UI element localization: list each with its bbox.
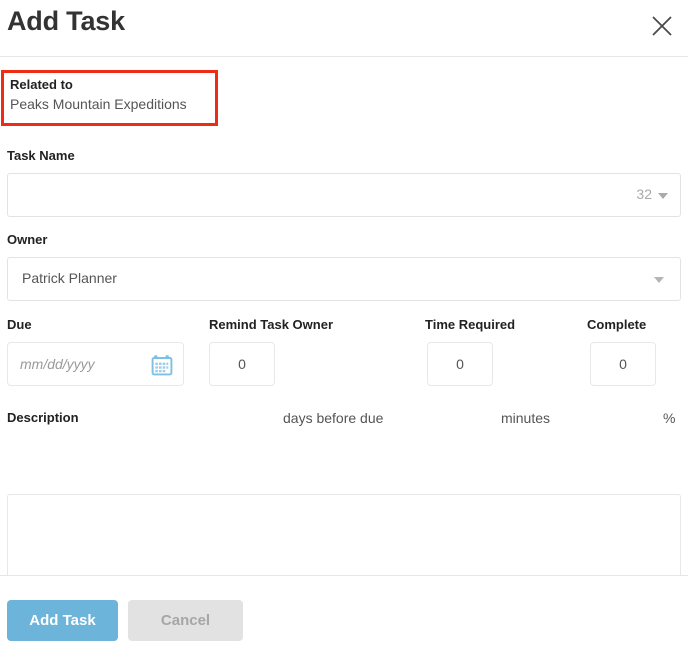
remind-unit-text: days before due: [283, 410, 384, 426]
close-icon[interactable]: [646, 10, 678, 42]
time-required-input[interactable]: [427, 342, 493, 386]
add-task-dialog: Add Task Related to Peaks Mountain Exped…: [0, 0, 688, 655]
owner-selected-value: Patrick Planner: [22, 270, 117, 286]
task-name-label: Task Name: [7, 148, 75, 163]
related-to-value: Peaks Mountain Expeditions: [10, 96, 187, 112]
dialog-header: Add Task: [0, 0, 688, 57]
related-to-block: Related to Peaks Mountain Expeditions: [1, 70, 218, 126]
remind-days-input[interactable]: [209, 342, 275, 386]
owner-label: Owner: [7, 232, 48, 247]
due-date-field[interactable]: [7, 342, 184, 386]
due-date-input[interactable]: [8, 343, 143, 385]
dialog-body: Related to Peaks Mountain Expeditions Ta…: [0, 57, 688, 615]
task-name-field[interactable]: 32: [7, 173, 681, 217]
complete-percent-input[interactable]: [590, 342, 656, 386]
chevron-down-icon[interactable]: [654, 277, 664, 283]
chevron-down-icon[interactable]: [658, 193, 668, 199]
calendar-icon[interactable]: [151, 354, 173, 376]
task-name-input[interactable]: [8, 174, 608, 216]
add-task-button[interactable]: Add Task: [7, 600, 118, 641]
owner-select[interactable]: Patrick Planner: [7, 257, 681, 301]
task-name-char-count: 32: [636, 186, 652, 202]
complete-unit-text: %: [663, 410, 676, 426]
time-required-unit-text: minutes: [501, 410, 551, 426]
remind-label: Remind Task Owner: [209, 317, 334, 332]
cancel-button[interactable]: Cancel: [128, 600, 243, 641]
description-label: Description: [7, 410, 79, 425]
complete-label: Complete: [587, 317, 647, 332]
related-to-label: Related to: [10, 77, 73, 92]
time-required-label: Time Required: [425, 317, 516, 332]
due-label: Due: [7, 317, 32, 332]
dialog-footer: Add Task Cancel: [0, 575, 688, 655]
page-title: Add Task: [7, 6, 125, 36]
